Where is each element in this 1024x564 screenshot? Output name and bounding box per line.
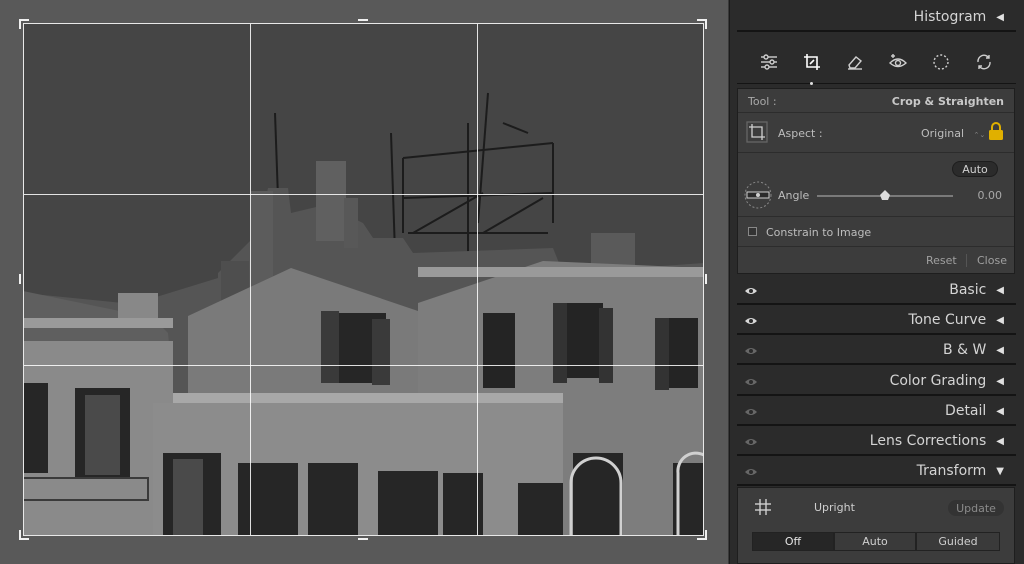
collapse-triangle-icon[interactable]: ◀ [996, 12, 1004, 23]
close-button[interactable]: Close [977, 254, 1007, 267]
upright-off-button[interactable]: Off [752, 532, 834, 551]
level-icon[interactable] [744, 181, 772, 212]
tool-row: Tool : Crop & Straighten [738, 89, 1014, 113]
photo-canvas[interactable] [0, 0, 728, 564]
crop-handle-top[interactable] [358, 19, 368, 21]
crop-handle-left[interactable] [19, 274, 21, 284]
section-lens-corrections[interactable]: Lens Corrections ◀ [737, 428, 1016, 456]
update-button[interactable]: Update [948, 500, 1004, 516]
constrain-label: Constrain to Image [766, 226, 872, 239]
aspect-label: Aspect : [778, 127, 823, 140]
tool-value: Crop & Straighten [891, 95, 1004, 108]
develop-panel: Histogram ◀ Basic ◀ Tone Curve ◀ B & W ◀… [729, 0, 1024, 564]
collapse-triangle-icon[interactable]: ◀ [996, 406, 1004, 417]
upright-guided-button[interactable]: Guided [916, 532, 1000, 551]
transform-panel: Upright Update Off Auto Guided [737, 487, 1015, 564]
aspect-value: Original [921, 127, 965, 140]
section-detail[interactable]: Detail ◀ [737, 398, 1016, 426]
upright-icon [754, 498, 772, 520]
section-color-grading[interactable]: Color Grading ◀ [737, 368, 1016, 396]
photo-building-illustration [23, 23, 704, 536]
collapse-triangle-icon[interactable]: ◀ [996, 436, 1004, 447]
reset-button[interactable]: Reset [926, 254, 957, 267]
eye-icon[interactable] [745, 466, 757, 478]
crop-grid-vertical-1 [250, 23, 251, 536]
aspect-row: Aspect : Original ⌃⌄ [738, 113, 1014, 153]
crop-straighten-panel: Tool : Crop & Straighten Aspect : Origin… [737, 88, 1015, 274]
crop-handle-top-left-v[interactable] [19, 19, 21, 29]
eye-icon[interactable] [745, 315, 757, 327]
tool-strip [737, 40, 1016, 85]
edit-sliders-icon[interactable] [758, 51, 780, 73]
red-eye-icon[interactable] [887, 51, 909, 73]
eye-icon[interactable] [745, 345, 757, 357]
section-transform[interactable]: Transform ▼ [737, 458, 1016, 486]
section-basic[interactable]: Basic ◀ [737, 277, 1016, 305]
collapse-triangle-icon[interactable]: ◀ [996, 376, 1004, 387]
angle-row: Auto Angle 0.00 [738, 153, 1014, 217]
eye-icon[interactable] [745, 285, 757, 297]
healing-eraser-icon[interactable] [844, 51, 866, 73]
upright-auto-button[interactable]: Auto [834, 532, 916, 551]
angle-value[interactable]: 0.00 [978, 189, 1003, 202]
eye-icon[interactable] [745, 436, 757, 448]
crop-grid-horizontal-1 [23, 194, 704, 195]
tool-label: Tool : [748, 95, 777, 108]
expanded-triangle-icon[interactable]: ▼ [996, 466, 1004, 477]
masking-icon[interactable] [930, 51, 952, 73]
crop-icon[interactable] [801, 51, 823, 85]
aspect-crop-icon [746, 121, 768, 146]
reset-close-row: Reset Close [738, 247, 1014, 275]
angle-slider[interactable] [817, 190, 953, 200]
section-tone-curve[interactable]: Tone Curve ◀ [737, 307, 1016, 335]
histogram-label: Histogram [913, 9, 987, 25]
aspect-select-arrows: ⌃⌄ [973, 131, 986, 139]
angle-slider-thumb[interactable] [880, 190, 890, 200]
eye-icon[interactable] [745, 406, 757, 418]
crop-handle-bottom-right-v[interactable] [705, 530, 707, 540]
constrain-checkbox[interactable] [748, 227, 757, 236]
crop-handle-bottom[interactable] [358, 538, 368, 540]
lock-icon[interactable] [988, 122, 1004, 144]
reset-rotate-icon[interactable] [973, 51, 995, 73]
crop-grid-vertical-2 [477, 23, 478, 536]
collapse-triangle-icon[interactable]: ◀ [996, 315, 1004, 326]
upright-label: Upright [814, 501, 855, 514]
constrain-row: Constrain to Image [738, 217, 1014, 247]
eye-icon[interactable] [745, 376, 757, 388]
auto-straighten-button[interactable]: Auto [952, 161, 998, 177]
section-bw[interactable]: B & W ◀ [737, 337, 1016, 365]
collapse-triangle-icon[interactable]: ◀ [996, 285, 1004, 296]
crop-handle-bottom-left-v[interactable] [19, 530, 21, 540]
crop-grid-horizontal-2 [23, 365, 704, 366]
crop-handle-top-right-v[interactable] [705, 19, 707, 29]
crop-handle-right[interactable] [705, 274, 707, 284]
aspect-select[interactable]: Original ⌃⌄ [921, 127, 985, 140]
photo-image[interactable] [23, 23, 704, 536]
collapse-triangle-icon[interactable]: ◀ [996, 345, 1004, 356]
histogram-header[interactable]: Histogram ◀ [737, 4, 1016, 32]
button-divider [966, 254, 967, 267]
angle-label: Angle [778, 189, 810, 202]
